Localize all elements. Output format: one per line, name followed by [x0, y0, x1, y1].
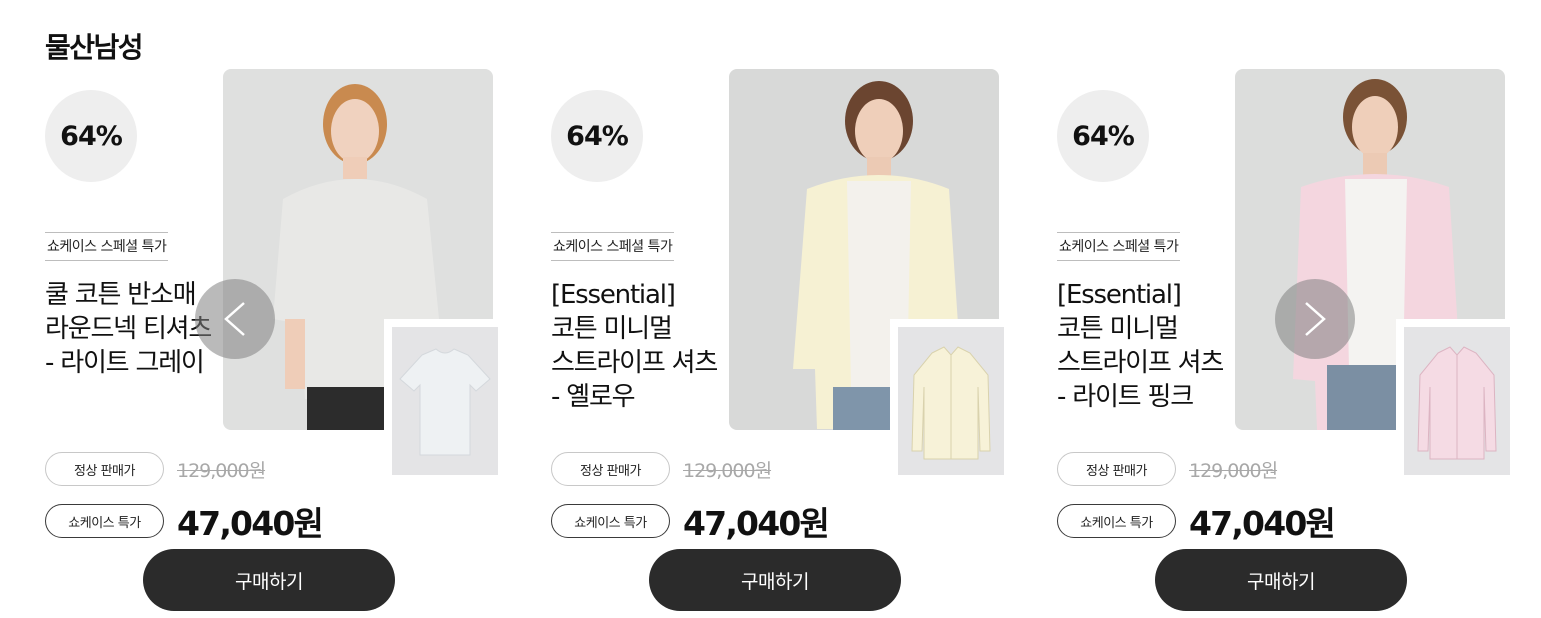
original-price: 129,000원	[1189, 459, 1278, 482]
product-name-line: - 라이트 핑크	[1057, 382, 1194, 412]
regular-price-label: 정상 판매가	[45, 452, 164, 486]
chevron-right-icon	[1305, 302, 1326, 336]
product-name-line: - 옐로우	[551, 382, 636, 412]
shirt-icon	[911, 346, 991, 460]
product-thumbnail[interactable]	[384, 319, 504, 479]
product-thumbnail[interactable]	[890, 319, 1010, 479]
product-name-line: 스트라이프 셔츠	[551, 348, 718, 378]
buy-button[interactable]: 구매하기	[649, 549, 901, 611]
sale-price-row: 쇼케이스 특가 47,040원	[1057, 497, 1336, 545]
tshirt-icon	[399, 348, 491, 456]
discount-badge: 64%	[1057, 90, 1149, 182]
product-card[interactable]: 64% 쇼케이스 스페셜 특가 [Essential] 코튼 미니멀 스트라이프…	[551, 0, 1021, 618]
sale-price: 47,040원	[1189, 504, 1336, 543]
product-card[interactable]: 64% 쇼케이스 스페셜 특가 쿨 코튼 반소매 라운드넥 티셔츠 - 라이트 …	[45, 0, 515, 618]
regular-price-label: 정상 판매가	[551, 452, 670, 486]
sale-price: 47,040원	[683, 504, 830, 543]
sale-price-row: 쇼케이스 특가 47,040원	[551, 497, 830, 545]
carousel-next-button[interactable]	[1275, 279, 1355, 359]
chevron-left-icon	[224, 302, 245, 336]
discount-badge: 64%	[45, 90, 137, 182]
buy-button[interactable]: 구매하기	[143, 549, 395, 611]
original-price: 129,000원	[683, 459, 772, 482]
product-name-line: 코튼 미니멀	[551, 314, 673, 344]
product-name[interactable]: [Essential] 코튼 미니멀 스트라이프 셔츠 - 라이트 핑크	[1057, 278, 1257, 414]
promo-tag: 쇼케이스 스페셜 특가	[1057, 232, 1181, 261]
promo-tag: 쇼케이스 스페셜 특가	[551, 232, 675, 261]
sale-price-label: 쇼케이스 특가	[551, 504, 670, 538]
carousel-prev-button[interactable]	[195, 279, 275, 359]
promo-tag: 쇼케이스 스페셜 특가	[45, 232, 169, 261]
sale-price-label: 쇼케이스 특가	[45, 504, 164, 538]
product-name-line: [Essential]	[1057, 280, 1182, 310]
shirt-icon	[1417, 346, 1497, 460]
discount-badge: 64%	[551, 90, 643, 182]
original-price: 129,000원	[177, 459, 266, 482]
buy-button[interactable]: 구매하기	[1155, 549, 1407, 611]
product-thumbnail[interactable]	[1396, 319, 1516, 479]
sale-price-row: 쇼케이스 특가 47,040원	[45, 497, 324, 545]
regular-price-row: 정상 판매가 129,000원	[1057, 452, 1278, 486]
regular-price-row: 정상 판매가 129,000원	[45, 452, 266, 486]
product-name[interactable]: [Essential] 코튼 미니멀 스트라이프 셔츠 - 옐로우	[551, 278, 751, 414]
sale-price: 47,040원	[177, 504, 324, 543]
regular-price-label: 정상 판매가	[1057, 452, 1176, 486]
product-name-line: 스트라이프 셔츠	[1057, 348, 1224, 378]
product-name-line: [Essential]	[551, 280, 676, 310]
regular-price-row: 정상 판매가 129,000원	[551, 452, 772, 486]
product-name-line: 코튼 미니멀	[1057, 314, 1179, 344]
sale-price-label: 쇼케이스 특가	[1057, 504, 1176, 538]
